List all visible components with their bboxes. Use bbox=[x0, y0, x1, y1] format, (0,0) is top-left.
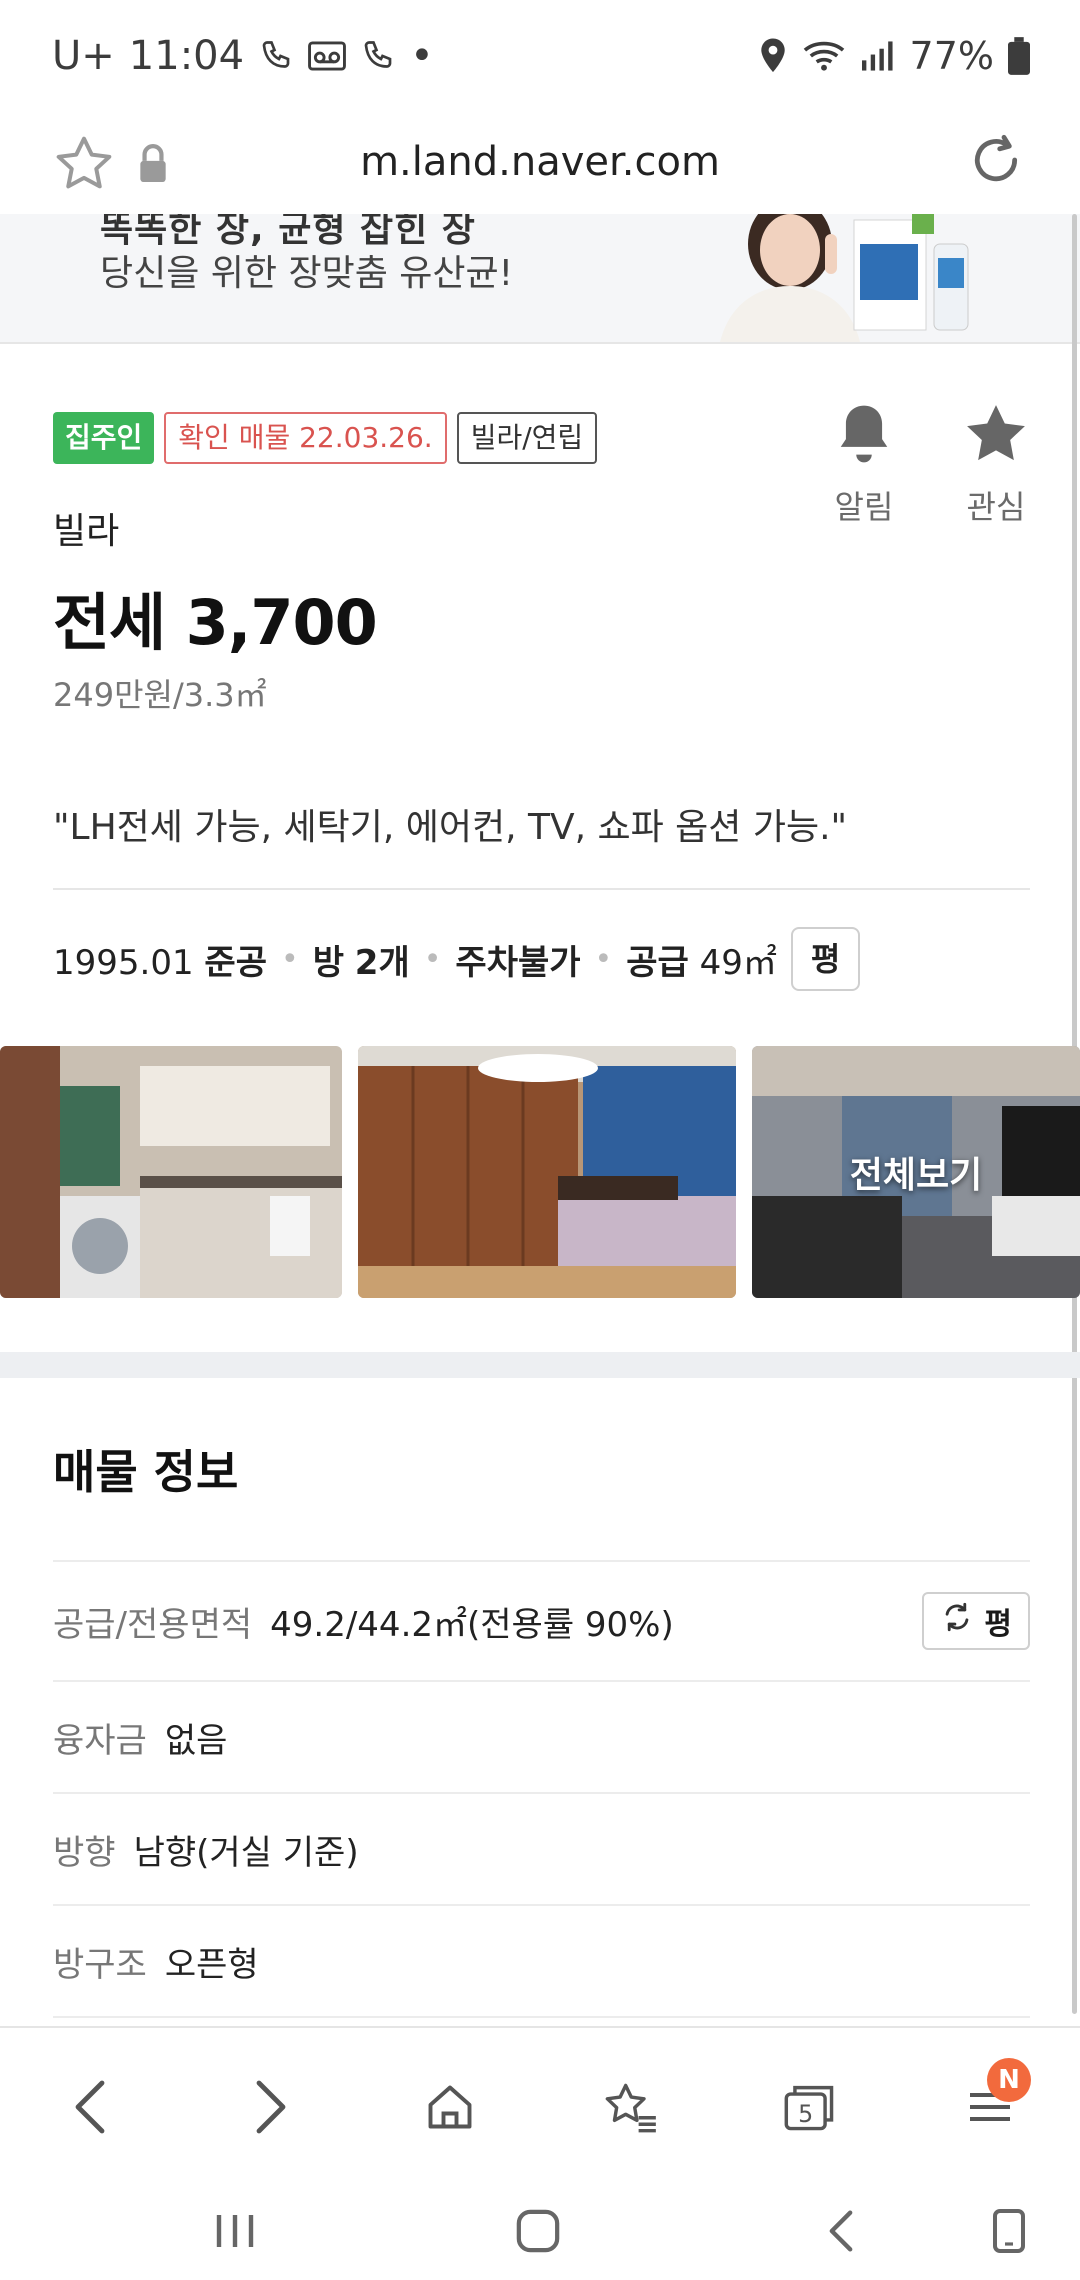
info-value: 49.2/44.2㎡(전용률 90%) bbox=[270, 1604, 674, 1645]
section-gap bbox=[0, 1352, 1080, 1378]
back-chevron-icon bbox=[826, 2209, 856, 2257]
chevron-left-icon bbox=[70, 2079, 110, 2139]
unit-toggle-button[interactable]: 평 bbox=[922, 1592, 1030, 1650]
verified-badge: 확인 매물 22.03.26. bbox=[164, 412, 447, 464]
alarm-label: 알림 bbox=[834, 488, 894, 526]
info-row-direction: 방향 남향(거실 기준) bbox=[53, 1792, 1030, 1904]
forward-button[interactable] bbox=[226, 2064, 316, 2154]
supply-area: 공급 49㎡ bbox=[626, 942, 777, 983]
home-button[interactable] bbox=[405, 2064, 495, 2154]
rotate-icon bbox=[989, 2207, 1029, 2259]
voicemail-icon bbox=[308, 40, 346, 72]
signal-icon bbox=[860, 40, 896, 72]
back-button[interactable] bbox=[45, 2064, 135, 2154]
battery-percent: 77% bbox=[909, 34, 994, 78]
info-value: 남향(거실 기준) bbox=[133, 1832, 359, 1873]
unit-toggle-label: 평 bbox=[984, 1607, 1012, 1642]
recent-apps-button[interactable] bbox=[190, 2198, 280, 2268]
parking-info: 주차불가 bbox=[455, 942, 581, 983]
status-right: 77% bbox=[758, 26, 1030, 86]
ad-banner[interactable]: 똑똑한 장, 균형 잡힌 장 당신을 위한 장맞춤 유산균! bbox=[0, 214, 1080, 344]
recent-apps-icon bbox=[213, 2211, 257, 2255]
system-nav-bar bbox=[0, 2180, 1080, 2280]
bookmark-star-icon[interactable] bbox=[52, 132, 116, 196]
new-notification-badge: N bbox=[987, 2058, 1031, 2102]
chevron-right-icon bbox=[251, 2079, 291, 2139]
call-icon bbox=[258, 38, 294, 74]
status-dot: • bbox=[410, 33, 434, 79]
favorite-label: 관심 bbox=[966, 488, 1026, 526]
building-type-badge: 빌라/연립 bbox=[456, 412, 598, 464]
owner-badge: 집주인 bbox=[53, 412, 155, 464]
reload-icon[interactable] bbox=[964, 128, 1028, 192]
unit-price: 249만원/3.3㎡ bbox=[53, 676, 267, 714]
url-text[interactable]: m.land.naver.com bbox=[300, 132, 780, 192]
built-year: 1995.01 준공 bbox=[53, 942, 267, 983]
tab-count: 5 bbox=[798, 2100, 813, 2128]
home-square-icon bbox=[515, 2208, 561, 2258]
section-title: 매물 정보 bbox=[53, 1445, 239, 1499]
status-bar: U+ 11:04 • 77% bbox=[0, 0, 1080, 110]
menu-button[interactable]: N bbox=[945, 2058, 1035, 2154]
bookmark-list-icon bbox=[602, 2081, 658, 2137]
url-bar: m.land.naver.com bbox=[0, 110, 1080, 216]
system-home-button[interactable] bbox=[493, 2198, 583, 2268]
browser-toolbar: 5 N bbox=[0, 2026, 1080, 2182]
info-key: 공급/전용면적 bbox=[53, 1604, 253, 1645]
clock: 11:04 bbox=[128, 33, 245, 79]
rotate-screen-button[interactable] bbox=[964, 2198, 1054, 2268]
wifi-icon bbox=[802, 38, 846, 74]
property-type: 빌라 bbox=[53, 511, 120, 552]
alarm-button[interactable]: 알림 bbox=[804, 400, 924, 528]
home-icon bbox=[424, 2081, 476, 2137]
info-key: 방구조 bbox=[53, 1944, 147, 1985]
room-count: 방 2개 bbox=[312, 942, 410, 983]
bookmarks-button[interactable] bbox=[585, 2064, 675, 2154]
carrier-label: U+ bbox=[52, 33, 115, 79]
info-value: 오픈형 bbox=[164, 1944, 259, 1985]
info-row-area: 공급/전용면적 49.2/44.2㎡(전용률 90%) 평 bbox=[53, 1560, 1030, 1680]
call-icon-2 bbox=[360, 38, 396, 74]
separator-dot: • bbox=[423, 941, 442, 977]
listing-photo-bedroom[interactable] bbox=[358, 1046, 736, 1298]
listing-description: "LH전세 가능, 세탁기, 에어컨, TV, 쇼파 옵션 가능." bbox=[53, 807, 848, 848]
bell-icon bbox=[833, 405, 895, 472]
listing-facts: 1995.01 준공 • 방 2개 • 주차불가 • 공급 49㎡ 평 bbox=[53, 926, 861, 992]
separator-dot: • bbox=[594, 941, 613, 977]
pyeong-unit-button[interactable]: 평 bbox=[790, 927, 861, 991]
info-row-loan: 융자금 없음 bbox=[53, 1680, 1030, 1792]
tabs-button[interactable]: 5 bbox=[765, 2064, 855, 2154]
favorite-button[interactable]: 관심 bbox=[936, 400, 1056, 528]
listing-photo-kitchen[interactable] bbox=[0, 1046, 342, 1298]
battery-icon bbox=[1008, 37, 1030, 75]
separator-dot: • bbox=[280, 941, 299, 977]
ad-text: 당신을 위한 장맞춤 유산균! bbox=[100, 253, 514, 294]
info-row-room-structure: 방구조 오픈형 bbox=[53, 1904, 1030, 2018]
lock-icon bbox=[138, 144, 168, 182]
status-left: U+ 11:04 • bbox=[52, 26, 434, 86]
info-key: 융자금 bbox=[53, 1720, 147, 1761]
ad-product-image bbox=[850, 214, 980, 342]
view-all-photos[interactable]: 전체보기 bbox=[752, 1046, 1080, 1298]
listing-price: 전세 3,700 bbox=[53, 586, 378, 659]
info-value: 없음 bbox=[164, 1720, 228, 1761]
info-key: 방향 bbox=[53, 1832, 116, 1873]
refresh-icon bbox=[940, 1600, 974, 1642]
location-icon bbox=[758, 37, 788, 75]
favorite-star-icon bbox=[962, 405, 1030, 472]
tabs-icon: 5 bbox=[782, 2081, 838, 2137]
divider bbox=[53, 888, 1030, 890]
listing-badges: 집주인 확인 매물 22.03.26. 빌라/연립 bbox=[53, 410, 598, 466]
system-back-button[interactable] bbox=[796, 2198, 886, 2268]
